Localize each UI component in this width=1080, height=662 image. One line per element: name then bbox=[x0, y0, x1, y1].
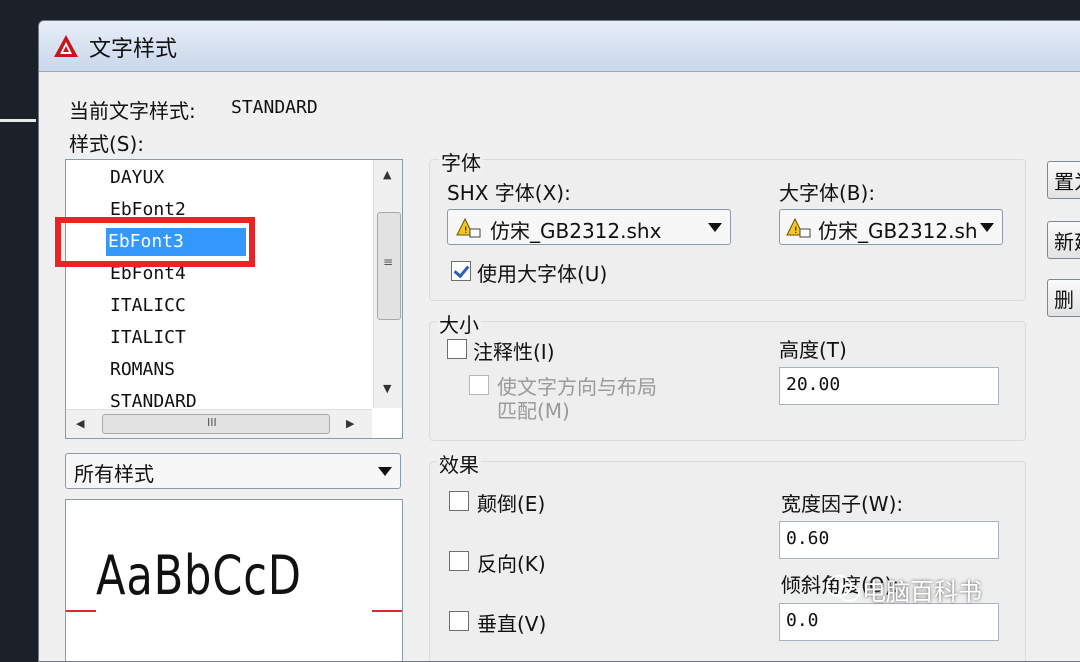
size-group-label: 大小 bbox=[437, 309, 481, 338]
vertical-scrollbar[interactable]: ▲ ≡ ▼ bbox=[373, 160, 402, 408]
list-item[interactable]: ITALICT bbox=[108, 324, 188, 352]
chevron-down-icon bbox=[378, 467, 392, 476]
new-button[interactable]: 新建 bbox=[1047, 221, 1080, 259]
dialog-title: 文字样式 bbox=[89, 37, 178, 62]
wechat-logo-icon bbox=[826, 575, 860, 602]
width-factor-input[interactable]: 0.60 bbox=[779, 521, 999, 559]
autocad-logo-icon bbox=[54, 35, 78, 57]
svg-text:!: ! bbox=[794, 226, 798, 236]
red-highlight-annotation bbox=[55, 217, 255, 267]
list-item[interactable]: ROMANS bbox=[108, 356, 177, 384]
horizontal-scroll-thumb[interactable]: III bbox=[102, 414, 330, 434]
match-orientation-checkbox[interactable] bbox=[469, 375, 489, 395]
vertical-scroll-thumb[interactable]: ≡ bbox=[377, 212, 401, 320]
scroll-left-icon[interactable]: ◀ bbox=[76, 417, 84, 430]
upside-down-label: 颠倒(E) bbox=[477, 492, 546, 516]
upside-down-checkbox[interactable] bbox=[449, 491, 469, 511]
style-filter-dropdown[interactable]: 所有样式 bbox=[65, 453, 401, 489]
shx-font-dropdown[interactable]: ! 仿宋_GB2312.shx bbox=[447, 209, 731, 245]
styles-label: 样式(S): bbox=[69, 132, 145, 156]
height-label: 高度(T) bbox=[779, 338, 847, 362]
scroll-down-icon[interactable]: ▼ bbox=[383, 382, 391, 395]
vertical-label: 垂直(V) bbox=[477, 612, 547, 636]
styles-list[interactable]: DAYUX EbFont2 EbFont3 EbFont4 ITALICC IT… bbox=[65, 159, 403, 439]
width-factor-label: 宽度因子(W): bbox=[781, 492, 904, 516]
match-orientation-label-line2: 匹配(M) bbox=[497, 399, 570, 423]
big-font-dropdown[interactable]: ! 仿宋_GB2312.sh bbox=[779, 209, 1003, 245]
set-current-button[interactable]: 置为 bbox=[1047, 161, 1080, 199]
preview-baseline-left bbox=[66, 610, 96, 612]
scroll-up-icon[interactable]: ▲ bbox=[383, 168, 391, 181]
annotative-checkbox[interactable] bbox=[447, 339, 467, 359]
watermark-text: 电脑百科书 bbox=[862, 578, 982, 606]
annotative-label: 注释性(I) bbox=[473, 340, 555, 364]
height-input[interactable]: 20.00 bbox=[779, 367, 999, 405]
grip-icon: ≡ bbox=[383, 255, 394, 269]
oblique-angle-input[interactable]: 0.0 bbox=[779, 603, 999, 641]
styles-list-items: DAYUX EbFont2 EbFont3 EbFont4 ITALICC IT… bbox=[66, 160, 372, 408]
horizontal-scrollbar[interactable]: ◀ III ▶ bbox=[66, 409, 372, 438]
list-item[interactable]: STANDARD bbox=[108, 388, 199, 408]
backwards-label: 反向(K) bbox=[477, 552, 546, 576]
effects-group-label: 效果 bbox=[437, 449, 481, 478]
svg-text:!: ! bbox=[464, 226, 468, 236]
delete-button[interactable]: 删 bbox=[1047, 279, 1080, 317]
current-style-label: 当前文字样式: bbox=[69, 99, 196, 123]
style-filter-value: 所有样式 bbox=[74, 462, 154, 486]
preview-text: AaBbCcD bbox=[96, 544, 302, 607]
list-item[interactable]: ITALICC bbox=[108, 292, 188, 320]
use-big-font-checkbox[interactable] bbox=[451, 261, 471, 281]
backwards-checkbox[interactable] bbox=[449, 551, 469, 571]
shx-font-icon: ! bbox=[456, 217, 481, 238]
shx-font-label: SHX 字体(X): bbox=[447, 181, 571, 205]
preview-baseline-right bbox=[372, 610, 402, 612]
cad-background-line bbox=[0, 119, 36, 122]
font-group-label: 字体 bbox=[439, 147, 483, 176]
vertical-checkbox[interactable] bbox=[449, 611, 469, 631]
big-font-value: 仿宋_GB2312.sh bbox=[818, 219, 978, 243]
shx-font-value: 仿宋_GB2312.shx bbox=[490, 219, 662, 243]
preview-pane: AaBbCcD bbox=[65, 499, 403, 661]
scroll-right-icon[interactable]: ▶ bbox=[346, 417, 354, 430]
big-font-icon: ! bbox=[786, 217, 811, 238]
big-font-label: 大字体(B): bbox=[779, 181, 876, 205]
list-item[interactable]: DAYUX bbox=[108, 164, 166, 192]
use-big-font-label: 使用大字体(U) bbox=[477, 262, 608, 286]
grip-icon: III bbox=[207, 416, 217, 429]
title-bar[interactable]: 文字样式 bbox=[39, 21, 1080, 72]
current-style-value: STANDARD bbox=[231, 97, 318, 118]
chevron-down-icon bbox=[708, 223, 722, 232]
text-style-dialog: 文字样式 当前文字样式: STANDARD 样式(S): DAYUX EbFon… bbox=[38, 20, 1080, 662]
chevron-down-icon bbox=[980, 223, 994, 232]
